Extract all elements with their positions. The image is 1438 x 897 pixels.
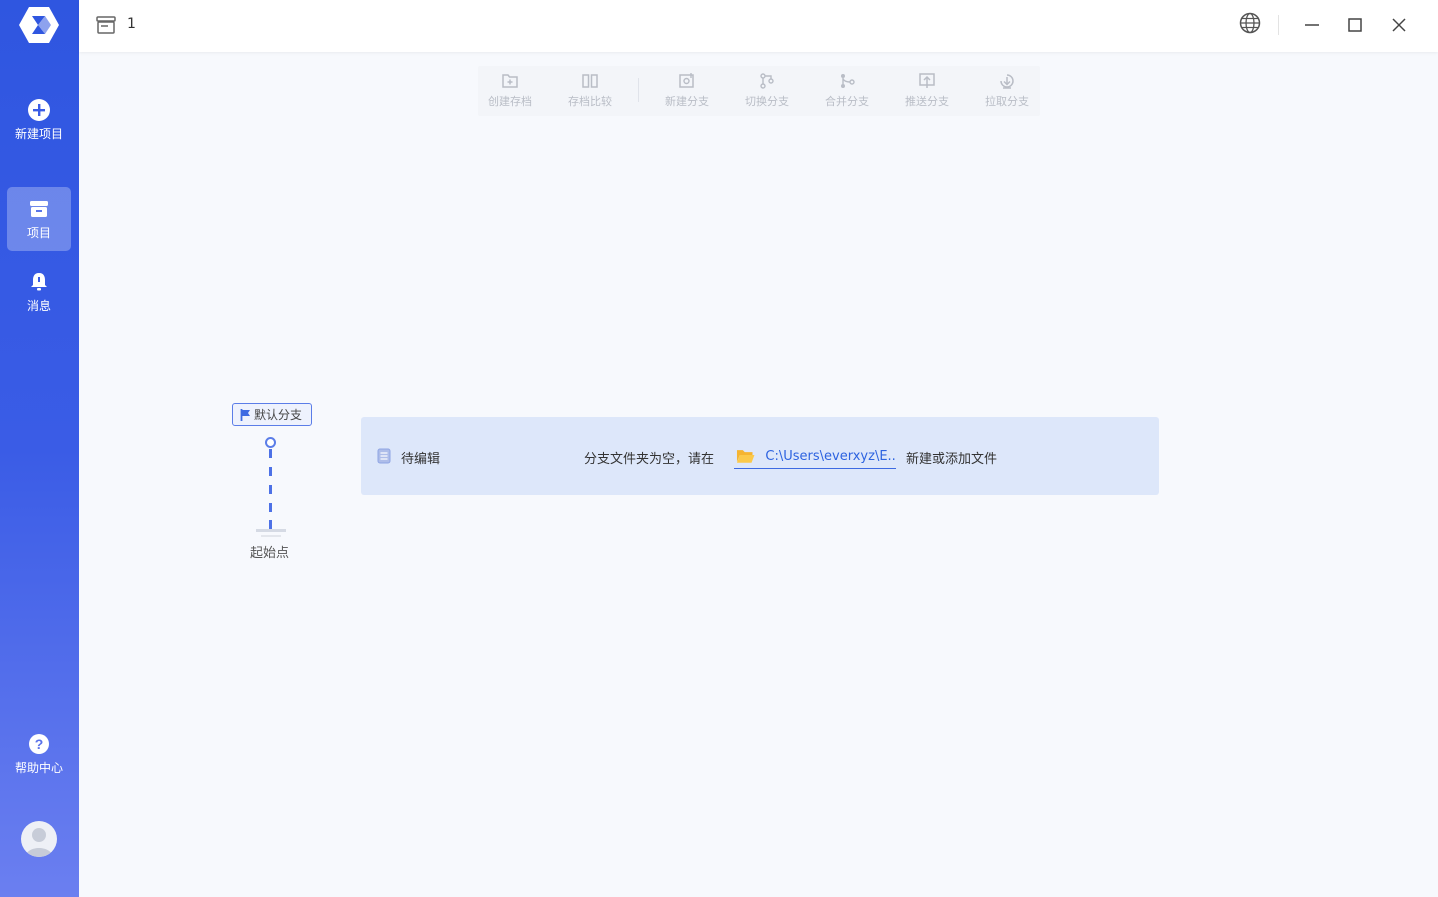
toolbar-divider (638, 78, 639, 102)
sidebar-item-new-project[interactable]: 新建项目 (7, 88, 71, 152)
folder-open-icon (736, 450, 755, 463)
pending-edit-card: 待编辑 分支文件夹为空，请在 C:\Users\everxyz\E... 新建或… (361, 417, 1159, 495)
timeline-dash (269, 520, 272, 529)
push-branch-button[interactable]: 推送分支 (895, 66, 959, 116)
title-bar: 1 (79, 0, 1438, 52)
empty-folder-message: 分支文件夹为空，请在 (584, 452, 715, 467)
create-archive-button[interactable]: 创建存档 (478, 66, 542, 116)
add-files-message: 新建或添加文件 (906, 452, 998, 467)
project-title: 1 (127, 16, 136, 32)
new-branch-button[interactable]: 新建分支 (655, 66, 719, 116)
sidebar-item-projects[interactable]: 项目 (7, 187, 71, 251)
switch-branch-label: 切换分支 (745, 95, 789, 108)
minimize-icon[interactable] (1302, 15, 1322, 35)
project-archive-icon (96, 16, 116, 34)
branch-tag-label: 默认分支 (254, 408, 303, 422)
pending-title: 待编辑 (401, 452, 441, 467)
app-logo (19, 7, 59, 43)
switch-branch-icon (760, 73, 774, 89)
start-point-marker (256, 529, 286, 532)
close-icon[interactable] (1389, 15, 1409, 35)
compare-archive-label: 存档比较 (568, 95, 612, 108)
sidebar-item-label: 帮助中心 (14, 761, 63, 775)
compare-icon (582, 74, 598, 88)
new-branch-icon (679, 73, 694, 88)
svg-text:?: ? (35, 736, 44, 752)
sidebar-item-label: 项目 (26, 226, 51, 240)
sidebar-item-label: 新建项目 (14, 127, 63, 141)
sidebar-item-label: 消息 (26, 299, 51, 313)
timeline-dash (269, 485, 272, 494)
plus-circle-icon (28, 99, 50, 121)
pull-branch-button[interactable]: 拉取分支 (975, 66, 1039, 116)
maximize-icon[interactable] (1345, 15, 1365, 35)
timeline-dash (269, 449, 272, 458)
push-branch-icon (919, 73, 935, 88)
merge-branch-label: 合并分支 (825, 95, 869, 108)
switch-branch-button[interactable]: 切换分支 (735, 66, 799, 116)
create-archive-icon (502, 74, 518, 88)
folder-path: C:\Users\everxyz\E... (765, 448, 896, 464)
push-branch-label: 推送分支 (905, 95, 949, 108)
language-globe-icon[interactable] (1239, 12, 1261, 34)
timeline-dash (269, 503, 272, 512)
branch-folder-link[interactable]: C:\Users\everxyz\E... (734, 444, 896, 469)
merge-branch-button[interactable]: 合并分支 (815, 66, 879, 116)
create-archive-label: 创建存档 (488, 95, 532, 108)
compare-archive-button[interactable]: 存档比较 (558, 66, 622, 116)
archive-icon (28, 198, 50, 220)
branch-toolbar: 创建存档 存档比较 新建分支 切换分支 合并分支 推送分支 拉取分支 (478, 66, 1040, 116)
help-circle-icon: ? (28, 733, 50, 755)
start-point-label: 起始点 (250, 546, 290, 561)
merge-branch-icon (841, 74, 855, 88)
pending-document-icon (377, 448, 391, 464)
title-divider (1278, 15, 1279, 35)
sidebar: 新建项目 项目 消息 ? 帮助中心 (0, 0, 79, 897)
default-branch-tag[interactable]: 默认分支 (232, 403, 312, 426)
timeline-dash (269, 467, 272, 476)
user-avatar[interactable] (21, 821, 57, 857)
new-branch-label: 新建分支 (665, 95, 709, 108)
pull-branch-label: 拉取分支 (985, 95, 1029, 108)
branch-head-node[interactable] (265, 437, 276, 448)
bell-icon (28, 271, 50, 293)
sidebar-item-help-center[interactable]: ? 帮助中心 (7, 722, 71, 786)
start-point-marker-shadow (261, 535, 281, 537)
pull-branch-icon (1000, 74, 1014, 89)
sidebar-item-messages[interactable]: 消息 (7, 260, 71, 324)
flag-icon (240, 408, 250, 421)
